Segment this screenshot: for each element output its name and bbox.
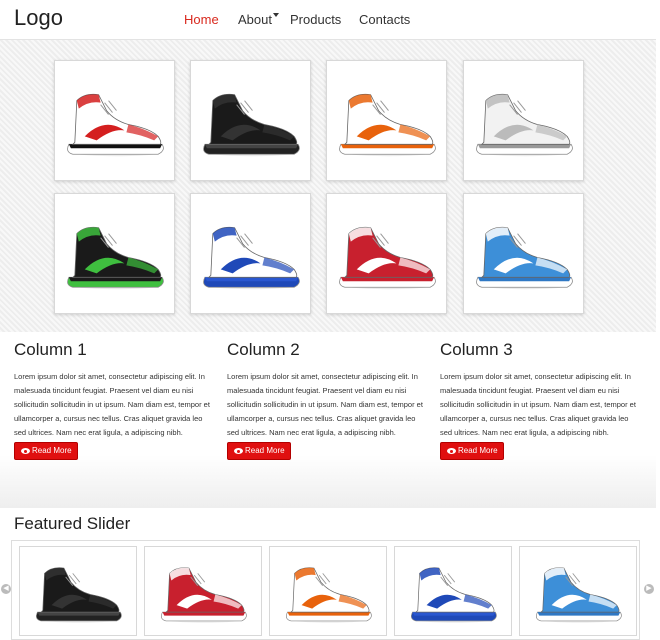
nav-about-label: About (238, 12, 272, 27)
sneaker-image (339, 226, 436, 290)
read-more-button[interactable]: Read More (440, 442, 504, 460)
column-title: Column 1 (14, 340, 87, 359)
nav-home-label: Home (184, 12, 219, 27)
read-more-label: Read More (458, 446, 498, 455)
nav-contacts[interactable]: Contacts (359, 12, 410, 27)
read-more-button[interactable]: Read More (227, 442, 291, 460)
column-2: Column 2 Lorem ipsum dolor sit amet, con… (227, 340, 427, 440)
column-3: Column 3 Lorem ipsum dolor sit amet, con… (440, 340, 640, 440)
nav-products-label: Products (290, 12, 342, 27)
sneaker-image (476, 93, 573, 157)
navbar: Logo Home About Products Contacts (0, 0, 656, 40)
product-thumb[interactable] (326, 193, 447, 314)
product-thumb[interactable] (54, 193, 175, 314)
nav-about[interactable]: About (238, 12, 279, 27)
nav-products[interactable]: Products (290, 12, 341, 27)
column-text: Lorem ipsum dolor sit amet, consectetur … (440, 372, 636, 437)
sneaker-image (536, 567, 622, 623)
featured-slider (11, 540, 640, 640)
sneaker-image (203, 226, 300, 290)
product-thumb[interactable] (326, 60, 447, 181)
product-thumb[interactable] (190, 193, 311, 314)
sneaker-image (161, 567, 247, 623)
product-thumb[interactable] (190, 60, 311, 181)
product-thumb[interactable] (463, 193, 584, 314)
slider-item[interactable] (519, 546, 637, 636)
column-text: Lorem ipsum dolor sit amet, consectetur … (14, 372, 210, 437)
column-text: Lorem ipsum dolor sit amet, consectetur … (227, 372, 423, 437)
caret-down-icon (272, 13, 279, 17)
slider-item[interactable] (19, 546, 137, 636)
eye-icon (447, 448, 456, 454)
sneaker-image (67, 226, 164, 290)
sneaker-image (286, 567, 372, 623)
sneaker-image (339, 93, 436, 157)
logo[interactable]: Logo (14, 5, 63, 31)
product-thumb[interactable] (463, 60, 584, 181)
eye-icon (234, 448, 243, 454)
chevron-left-icon[interactable]: ◀ (1, 584, 11, 594)
read-more-label: Read More (32, 446, 72, 455)
eye-icon (21, 448, 30, 454)
feature-columns: Column 1 Lorem ipsum dolor sit amet, con… (0, 332, 656, 508)
read-more-label: Read More (245, 446, 285, 455)
read-more-button[interactable]: Read More (14, 442, 78, 460)
sneaker-image (476, 226, 573, 290)
column-title: Column 2 (227, 340, 300, 359)
slider-item[interactable] (269, 546, 387, 636)
sneaker-image (36, 567, 122, 623)
product-gallery (0, 40, 656, 332)
featured-slider-title: Featured Slider (14, 514, 131, 533)
slider-item[interactable] (144, 546, 262, 636)
nav-home[interactable]: Home (184, 12, 219, 27)
slider-item[interactable] (394, 546, 512, 636)
chevron-right-icon[interactable]: ▶ (644, 584, 654, 594)
column-title: Column 3 (440, 340, 513, 359)
sneaker-image (67, 93, 164, 157)
sneaker-image (203, 93, 300, 157)
product-thumb[interactable] (54, 60, 175, 181)
sneaker-image (411, 567, 497, 623)
column-1: Column 1 Lorem ipsum dolor sit amet, con… (14, 340, 214, 440)
nav-contacts-label: Contacts (359, 12, 411, 27)
